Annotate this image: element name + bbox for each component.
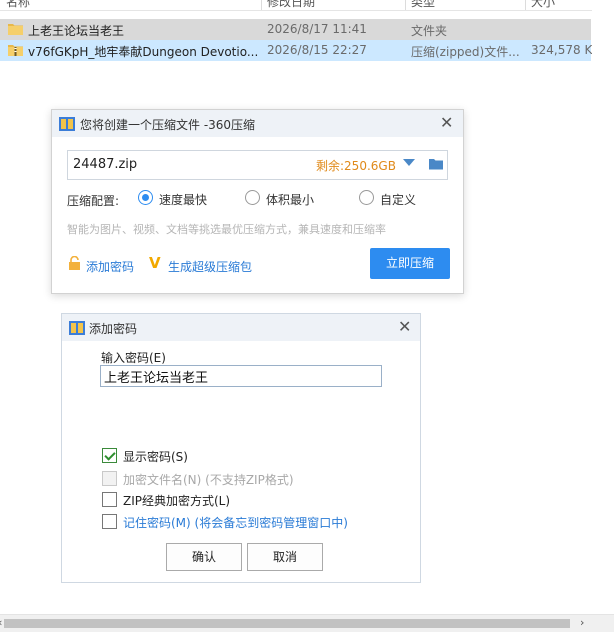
file-type: 压缩(zipped)文件...: [411, 45, 520, 59]
file-date: 2026/8/17 11:41: [267, 22, 367, 36]
free-space-label: 剩余:250.6GB: [316, 159, 396, 173]
config-label: 压缩配置:: [67, 194, 120, 208]
column-divider: [525, 0, 526, 10]
close-icon[interactable]: ✕: [440, 115, 453, 131]
radio-circle[interactable]: [138, 190, 153, 205]
scroll-left-icon[interactable]: ‹: [0, 616, 2, 629]
password-dialog-title: 添加密码: [89, 322, 138, 336]
column-divider: [261, 0, 262, 10]
checkbox-box: [102, 471, 117, 486]
close-icon[interactable]: ✕: [398, 319, 411, 335]
radio-label: 自定义: [380, 193, 417, 207]
chevron-down-icon[interactable]: [403, 159, 415, 166]
folder-icon: [8, 24, 23, 35]
file-date: 2026/8/15 22:27: [267, 43, 367, 57]
scrollbar-thumb[interactable]: [4, 619, 570, 628]
archive-name-value[interactable]: 24487.zip: [73, 157, 137, 172]
horizontal-scrollbar[interactable]: ‹ ›: [0, 614, 614, 632]
column-size[interactable]: 大小: [531, 0, 555, 10]
column-date[interactable]: 修改日期: [267, 0, 315, 10]
browse-folder-icon[interactable]: [429, 157, 443, 171]
vip-icon: V: [149, 254, 161, 272]
ok-button[interactable]: 确认: [166, 543, 242, 571]
compress-dialog: 您将创建一个压缩文件 -360压缩 ✕ 24487.zip 剩余:250.6GB…: [51, 109, 464, 294]
archive-name-field[interactable]: 24487.zip 剩余:250.6GB: [67, 150, 448, 180]
file-name: 上老王论坛当老王: [28, 24, 125, 38]
checkbox-box[interactable]: [102, 492, 117, 507]
checkbox-label: 显示密码(S): [123, 450, 188, 464]
password-input[interactable]: [100, 365, 382, 387]
radio-circle[interactable]: [245, 190, 260, 205]
super-pack-link[interactable]: 生成超级压缩包: [168, 258, 252, 275]
file-size: 324,578 K: [531, 43, 593, 57]
explorer-column-header: 名称 修改日期 类型 大小: [0, 0, 614, 11]
column-name[interactable]: 名称: [6, 0, 30, 10]
scroll-right-icon[interactable]: ›: [580, 616, 584, 629]
360zip-icon: [59, 117, 75, 131]
radio-circle[interactable]: [359, 190, 374, 205]
vertical-scrollbar[interactable]: [592, 0, 614, 632]
checkbox-box[interactable]: [102, 448, 117, 463]
column-type[interactable]: 类型: [411, 0, 435, 10]
file-name: v76fGKpH_地牢奉献Dungeon Devotio...: [28, 45, 259, 59]
checkbox-label: ZIP经典加密方式(L): [123, 494, 231, 508]
lock-icon: [69, 256, 80, 270]
column-divider: [405, 0, 406, 10]
file-type: 文件夹: [411, 24, 448, 38]
compress-hint: 智能为图片、视频、文档等挑选最优压缩方式，兼具速度和压缩率: [67, 223, 386, 236]
file-row-selected[interactable]: v76fGKpH_地牢奉献Dungeon Devotio... 2026/8/1…: [0, 40, 593, 61]
add-password-dialog: 添加密码 ✕ 输入密码(E) 显示密码(S) 加密文件名(N) (不支持ZIP格…: [61, 313, 421, 583]
checkbox-box[interactable]: [102, 514, 117, 529]
file-row[interactable]: 上老王论坛当老王 2026/8/17 11:41 文件夹: [0, 19, 591, 40]
cancel-button[interactable]: 取消: [247, 543, 323, 571]
checkbox-label: 记住密码(M) (将会备忘到密码管理窗口中): [123, 516, 348, 530]
360zip-icon: [69, 321, 85, 335]
zip-folder-icon: [8, 45, 23, 56]
radio-label: 体积最小: [266, 193, 315, 207]
radio-label: 速度最快: [159, 193, 208, 207]
password-input-label: 输入密码(E): [101, 351, 166, 365]
compress-now-button[interactable]: 立即压缩: [370, 248, 450, 279]
checkbox-label: 加密文件名(N) (不支持ZIP格式): [123, 473, 294, 487]
password-dialog-titlebar[interactable]: 添加密码 ✕: [62, 314, 420, 341]
compress-dialog-titlebar[interactable]: 您将创建一个压缩文件 -360压缩 ✕: [52, 110, 463, 137]
add-password-link[interactable]: 添加密码: [86, 258, 134, 275]
compress-dialog-title: 您将创建一个压缩文件 -360压缩: [80, 118, 256, 132]
